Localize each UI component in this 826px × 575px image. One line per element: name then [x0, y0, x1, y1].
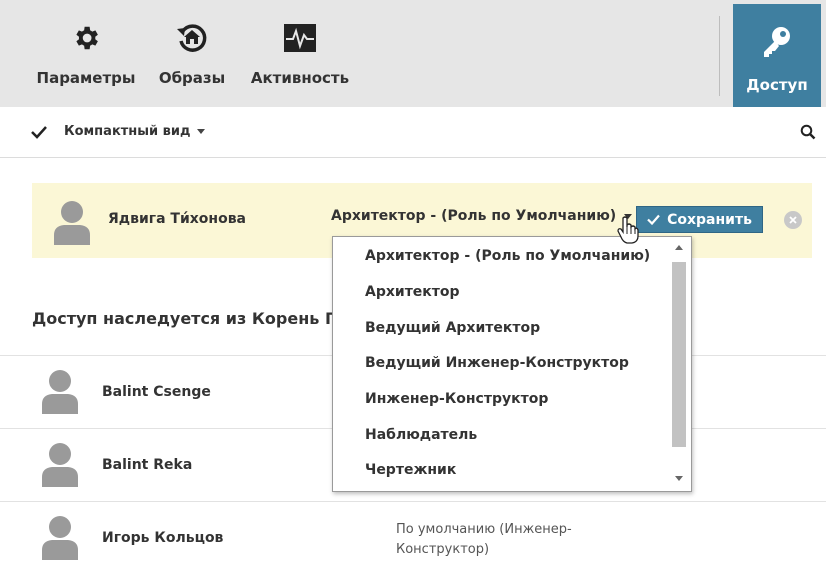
role-dropdown-menu: Архитектор - (Роль по Умолчанию) Архитек… — [332, 236, 692, 492]
activity-pulse-icon — [280, 18, 320, 58]
toolbar-access-button[interactable]: Доступ — [733, 4, 821, 107]
compact-view-label: Компактный вид — [64, 124, 191, 139]
user-name: Игорь Кольцов — [102, 530, 224, 546]
close-icon[interactable] — [784, 211, 802, 229]
check-icon — [647, 214, 660, 225]
user-name: Balint Csenge — [102, 384, 211, 400]
hand-cursor-icon — [617, 216, 639, 248]
role-option[interactable]: Наблюдатель — [365, 427, 477, 443]
role-select-value: Архитектор - (Роль по Умолчанию) — [331, 208, 617, 224]
selected-user-name: Ядвига Ти́хонова — [108, 211, 246, 227]
dropdown-scrollbar[interactable] — [670, 243, 688, 489]
role-option[interactable]: Чертежник — [365, 462, 456, 478]
user-role: По умолчанию (Инженер-Конструктор) — [396, 522, 572, 557]
toolbar-params-label: Параметры — [36, 69, 136, 87]
search-icon[interactable] — [800, 124, 816, 144]
gear-icon — [66, 18, 106, 58]
inherited-section-title: Доступ наследуется из Корень Г — [32, 309, 332, 328]
role-option[interactable]: Инженер-Конструктор — [365, 391, 548, 407]
toolbar-images-label: Образы — [158, 69, 226, 87]
scroll-up-arrow-icon[interactable] — [675, 245, 683, 250]
avatar — [52, 199, 92, 247]
toolbar-activity-button[interactable]: Активность — [243, 0, 357, 107]
top-toolbar: Параметры Образы Активность Доступ — [0, 0, 826, 107]
toolbar-divider — [719, 16, 720, 96]
scroll-down-arrow-icon[interactable] — [675, 476, 683, 481]
avatar — [40, 441, 80, 489]
save-button[interactable]: Сохранить — [636, 206, 763, 233]
role-select[interactable]: Архитектор - (Роль по Умолчанию) — [331, 208, 633, 224]
save-button-label: Сохранить — [667, 211, 752, 228]
role-option[interactable]: Ведущий Инженер-Конструктор — [365, 355, 629, 371]
key-icon — [757, 22, 797, 62]
scroll-thumb[interactable] — [672, 262, 686, 447]
toolbar-images-button[interactable]: Образы — [154, 0, 230, 107]
role-option[interactable]: Ведущий Архитектор — [365, 320, 540, 336]
compact-view-toggle[interactable]: Компактный вид — [64, 124, 205, 139]
list-item[interactable]: Игорь Кольцов По умолчанию (Инженер-Конс… — [0, 501, 826, 573]
sub-toolbar: Компактный вид — [0, 107, 826, 158]
history-home-icon — [172, 18, 212, 58]
check-icon — [31, 124, 47, 143]
user-name: Balint Reka — [102, 457, 193, 473]
role-option[interactable]: Архитектор — [365, 284, 460, 300]
chevron-down-icon — [196, 129, 205, 134]
avatar — [40, 514, 80, 562]
toolbar-params-button[interactable]: Параметры — [31, 0, 141, 107]
toolbar-activity-label: Активность — [250, 69, 350, 87]
toolbar-access-label: Доступ — [746, 76, 808, 94]
role-option[interactable]: Архитектор - (Роль по Умолчанию) — [365, 248, 650, 264]
avatar — [40, 368, 80, 416]
